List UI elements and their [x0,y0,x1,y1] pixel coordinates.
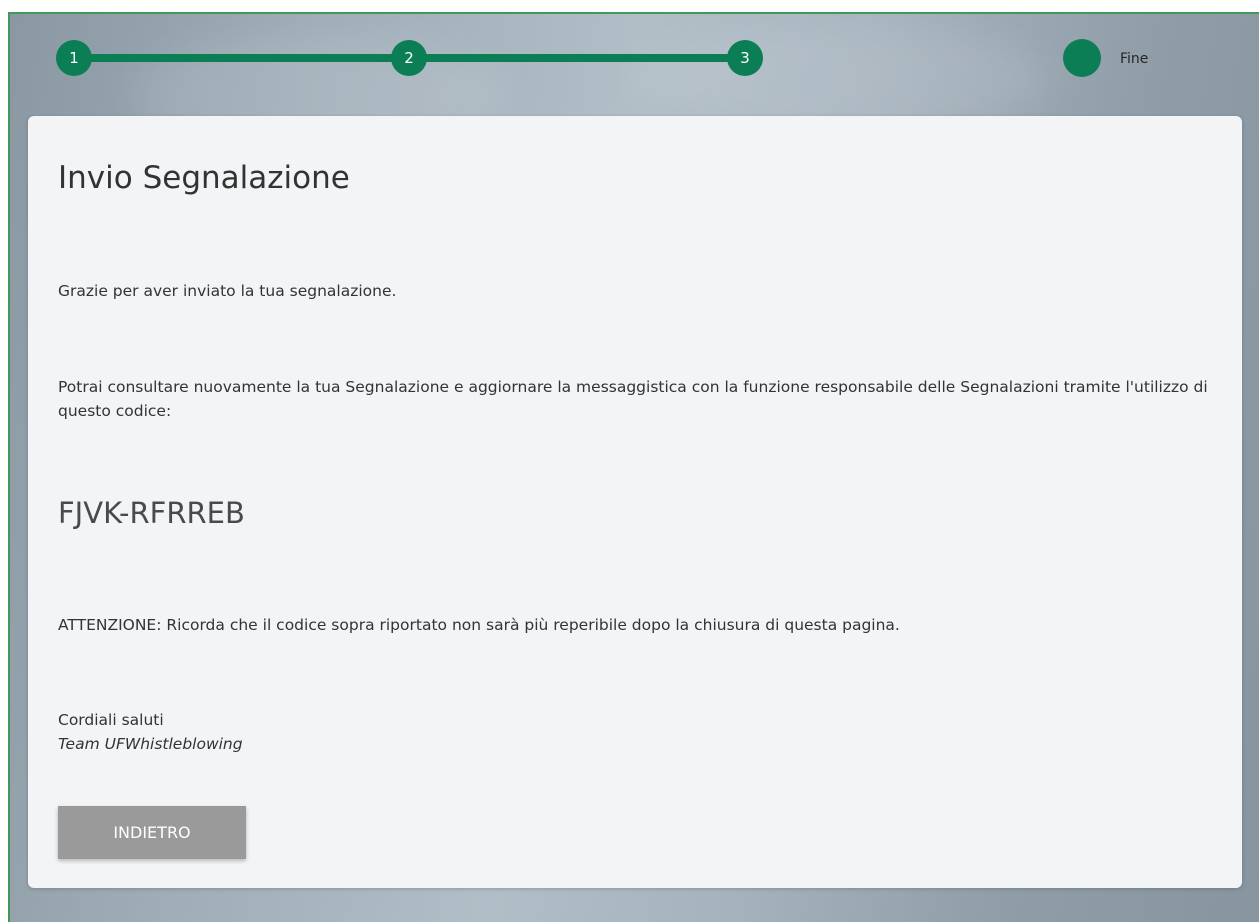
step-end-indicator [1063,39,1101,77]
team-signature: Team UFWhistleblowing [58,735,243,753]
step-3-indicator: 3 [727,40,763,76]
back-button[interactable]: INDIETRO [58,806,246,859]
warning-message: ATTENZIONE: Ricorda che il codice sopra … [58,616,900,634]
progress-stepper: 1 2 3 Fine [10,14,1259,114]
step-1-indicator: 1 [56,40,92,76]
code-info-message: Potrai consultare nuovamente la tua Segn… [58,378,1208,420]
greeting-text: Cordiali saluti [58,711,164,729]
page-background: 1 2 3 Fine Invio Segnalazione Grazie per… [8,12,1259,922]
report-code: FJVK-RFRREB [58,496,245,530]
thanks-message: Grazie per aver inviato la tua segnalazi… [58,282,397,300]
page-title: Invio Segnalazione [58,160,350,196]
step-end-label: Fine [1120,51,1149,67]
confirmation-card: Invio Segnalazione Grazie per aver invia… [28,116,1242,888]
step-2-indicator: 2 [391,40,427,76]
